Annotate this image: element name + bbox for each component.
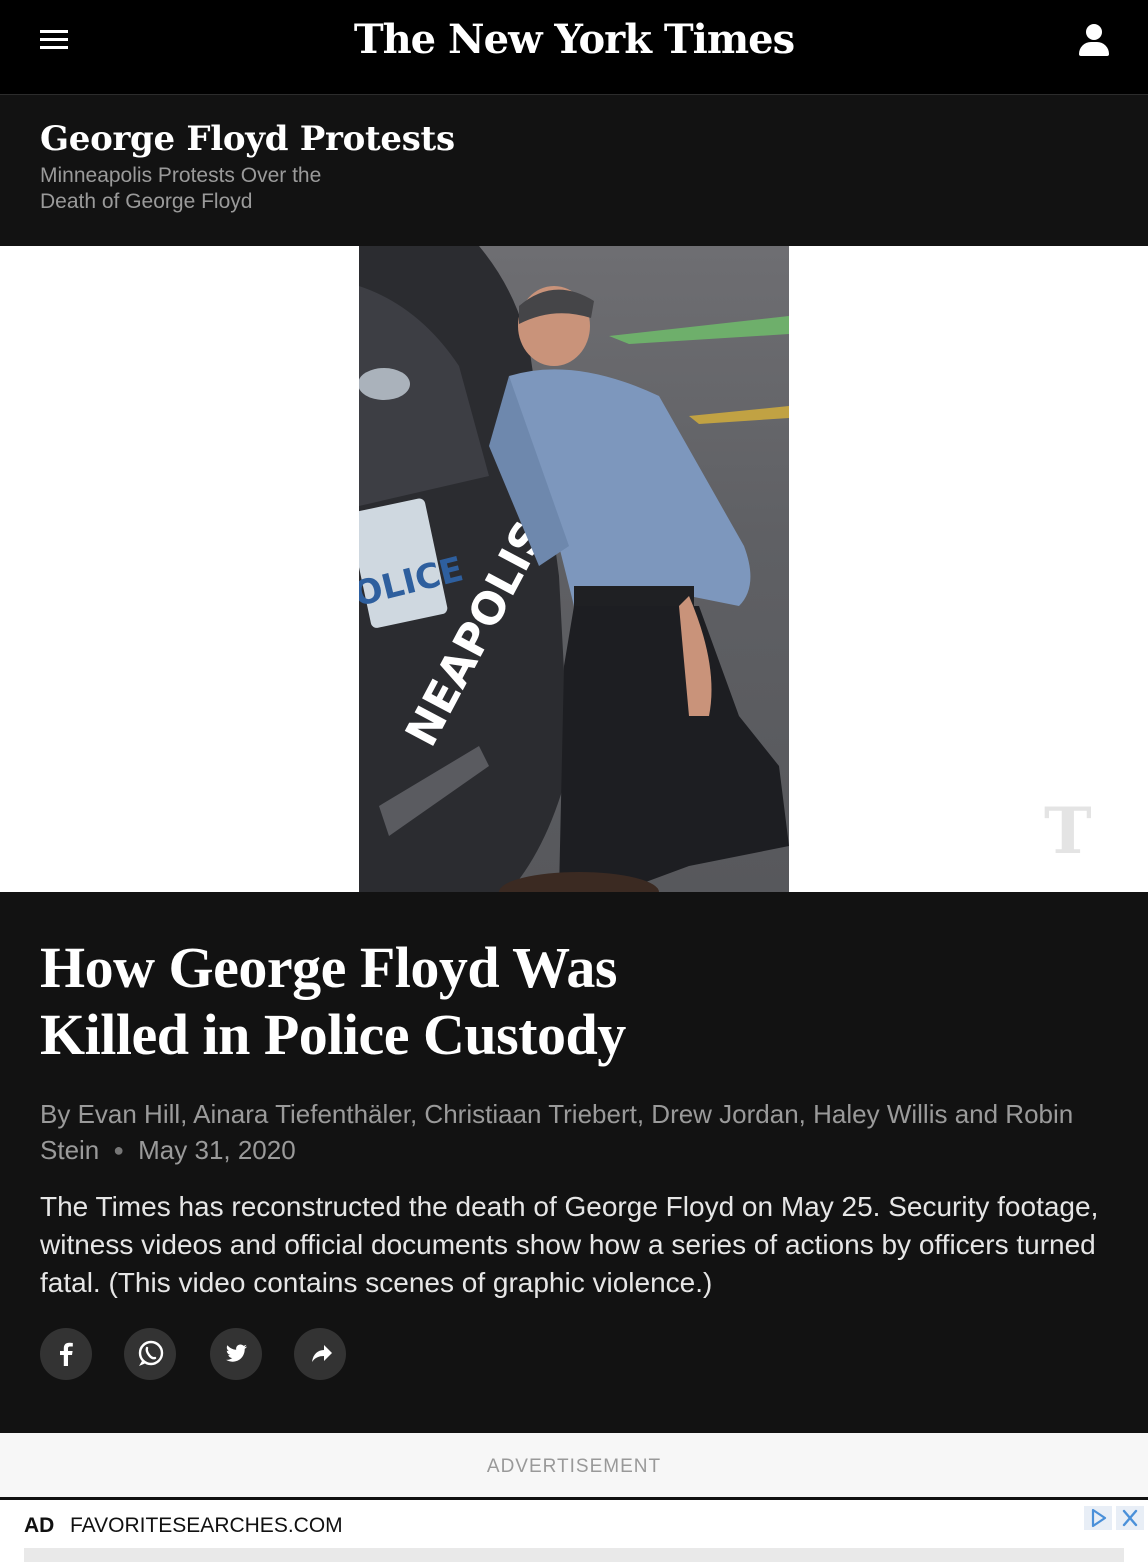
section-header: George Floyd Protests Minneapolis Protes… <box>0 95 1148 246</box>
video-still-image: OLICE NEAPOLIS <box>359 246 789 892</box>
more-share-button[interactable] <box>294 1328 346 1380</box>
article-header: How George Floyd Was Killed in Police Cu… <box>0 892 1148 1433</box>
article-summary: The Times has reconstructed the death of… <box>40 1191 1099 1298</box>
video-player[interactable]: OLICE NEAPOLIS T <box>0 246 1148 892</box>
twitter-icon <box>225 1344 247 1362</box>
ad-tag: AD <box>24 1514 55 1537</box>
advertisement-banner[interactable]: AD FAVORITESEARCHES.COM <box>0 1497 1148 1565</box>
share-icon <box>312 1345 332 1362</box>
ad-domain-link[interactable]: FAVORITESEARCHES.COM <box>70 1514 343 1538</box>
user-icon[interactable] <box>1078 24 1110 58</box>
ad-close-icon[interactable] <box>1116 1506 1144 1530</box>
byline: By Evan Hill, Ainara Tiefenthäler, Chris… <box>40 1096 1080 1168</box>
twitter-share-button[interactable] <box>210 1328 262 1380</box>
top-navigation-bar: The New York Times <box>0 0 1148 95</box>
ad-image-strip[interactable] <box>24 1548 1124 1562</box>
separator-dot: ● <box>113 1140 125 1160</box>
article-headline: How George Floyd Was Killed in Police Cu… <box>40 935 626 1067</box>
publish-date: May 31, 2020 <box>138 1135 296 1165</box>
whatsapp-share-button[interactable] <box>124 1328 176 1380</box>
video-frame[interactable]: OLICE NEAPOLIS <box>359 246 789 892</box>
nyt-logo[interactable]: The New York Times <box>0 16 1148 63</box>
facebook-icon <box>60 1342 73 1366</box>
whatsapp-icon <box>138 1340 164 1366</box>
section-title[interactable]: George Floyd Protests <box>40 119 455 159</box>
section-subtitle[interactable]: Minneapolis Protests Over the Death of G… <box>40 163 380 215</box>
nyt-t-watermark-icon: T <box>1044 794 1092 869</box>
adchoices-icon[interactable] <box>1084 1506 1112 1530</box>
facebook-share-button[interactable] <box>40 1328 92 1380</box>
advertisement-label: ADVERTISEMENT <box>486 1456 662 1477</box>
